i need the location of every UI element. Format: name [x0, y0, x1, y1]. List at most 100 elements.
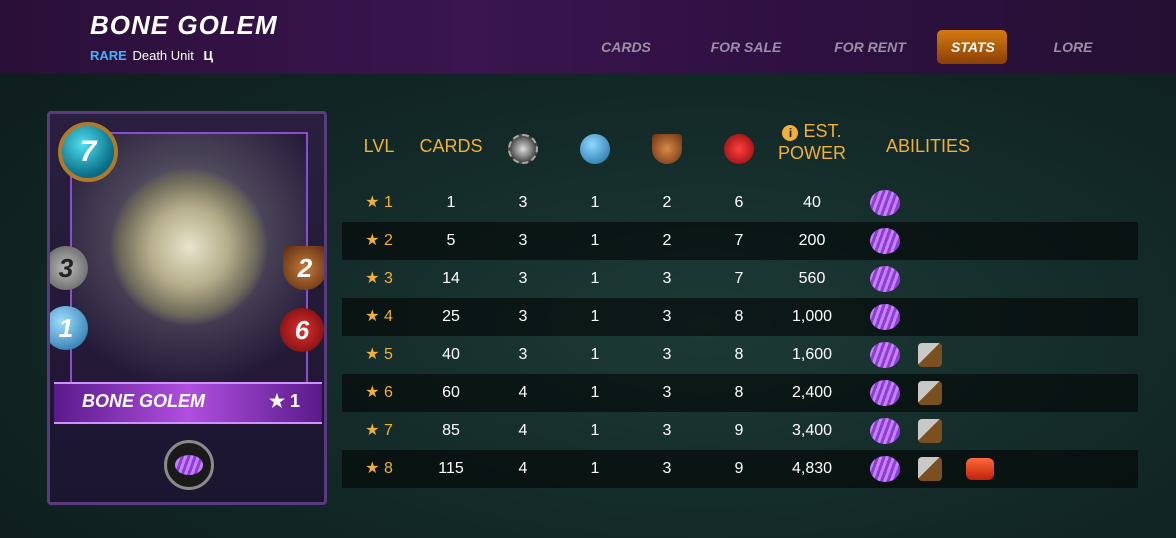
cell-attack: 3 — [518, 194, 528, 211]
cell-lvl: ★ 7 — [365, 422, 393, 439]
armor-shield-icon — [652, 134, 682, 164]
cell-cards: 40 — [442, 346, 460, 363]
cell-lvl: ★ 5 — [365, 346, 393, 363]
cell-attack: 3 — [518, 346, 528, 363]
header-power-line1: EST. — [803, 121, 842, 141]
table-row: ★ 8 115 4 1 3 9 4,830 — [342, 450, 1138, 488]
cell-attack: 3 — [518, 308, 528, 325]
tab-for-rent[interactable]: FOR RENT — [811, 30, 929, 64]
cell-cards: 25 — [442, 308, 460, 325]
tab-stats[interactable]: STATS — [937, 30, 1007, 64]
demoralize-ability-icon[interactable] — [918, 457, 942, 481]
table-row: ★ 6 60 4 1 3 8 2,400 — [342, 374, 1138, 412]
cell-attack: 4 — [518, 384, 528, 401]
header-abilities: ABILITIES — [885, 136, 971, 156]
table-row: ★ 1 1 3 1 2 6 40 — [342, 184, 1138, 222]
void-ability-icon[interactable] — [870, 380, 900, 406]
table-row: ★ 4 25 3 1 3 8 1,000 — [342, 298, 1138, 336]
void-ability-icon[interactable] — [870, 304, 900, 330]
cell-speed: 1 — [590, 194, 600, 211]
header-cards: CARDS — [419, 136, 483, 156]
speed-icon — [580, 134, 610, 164]
cell-power: 2,400 — [791, 384, 833, 401]
cell-speed: 1 — [590, 422, 600, 439]
void-ability-icon[interactable] — [870, 342, 900, 368]
cell-attack: 4 — [518, 460, 528, 477]
demoralize-ability-icon[interactable] — [918, 381, 942, 405]
card-level: ★ 1 — [268, 391, 300, 411]
cell-attack: 3 — [518, 232, 528, 249]
cell-power: 4,830 — [791, 460, 833, 477]
cell-health: 8 — [734, 308, 744, 325]
enrage-ability-icon[interactable] — [966, 458, 994, 480]
card-name-bar: BONE GOLEM ★ 1 — [54, 382, 322, 424]
melee-attack-icon — [508, 134, 538, 164]
card-subtitle: RARE Death Unit Ц — [90, 48, 213, 63]
rarity-label: RARE — [90, 48, 127, 63]
void-ability-icon[interactable] — [870, 418, 900, 444]
cell-lvl: ★ 6 — [365, 384, 393, 401]
cell-armor: 3 — [662, 270, 672, 287]
cell-health: 8 — [734, 384, 744, 401]
header-est-power: i EST. POWER — [770, 120, 854, 164]
void-ability-icon[interactable] — [870, 190, 900, 216]
void-ability-icon[interactable] — [870, 266, 900, 292]
cell-speed: 1 — [590, 270, 600, 287]
stats-table-body: ★ 1 1 3 1 2 6 40 ★ 2 5 3 1 2 7 200 ★ 3 14 3 1 3 7 560 ★ 4 25 3 1… — [342, 184, 1138, 488]
cell-health: 8 — [734, 346, 744, 363]
bone-golem-illustration — [109, 166, 269, 327]
cell-lvl: ★ 2 — [365, 232, 393, 249]
cell-health: 9 — [734, 460, 744, 477]
tab-lore[interactable]: LORE — [1034, 30, 1112, 64]
card-armor-badge: 2 — [283, 246, 324, 290]
table-row: ★ 3 14 3 1 3 7 560 — [342, 260, 1138, 298]
cell-power: 1,600 — [791, 346, 833, 363]
tab-cards[interactable]: CARDS — [576, 30, 676, 64]
card-health-badge: 6 — [280, 308, 324, 352]
demoralize-ability-icon[interactable] — [918, 419, 942, 443]
void-ability-icon[interactable] — [870, 456, 900, 482]
table-row: ★ 5 40 3 1 3 8 1,600 — [342, 336, 1138, 374]
cell-cards: 60 — [442, 384, 460, 401]
cell-speed: 1 — [590, 232, 600, 249]
cell-armor: 3 — [662, 346, 672, 363]
cell-health: 7 — [734, 232, 744, 249]
cell-health: 7 — [734, 270, 744, 287]
cell-speed: 1 — [590, 308, 600, 325]
mana-cost-badge: 7 — [58, 122, 118, 182]
cell-power: 200 — [798, 232, 826, 249]
cell-cards: 115 — [438, 460, 464, 477]
cell-lvl: ★ 1 — [365, 194, 393, 211]
header-power-line2: POWER — [777, 143, 846, 163]
cell-cards: 85 — [442, 422, 460, 439]
cell-health: 9 — [734, 422, 744, 439]
cell-power: 1,000 — [791, 308, 833, 325]
info-icon[interactable]: i — [782, 125, 799, 141]
stats-table-header: LVL CARDS i EST. POWER ABILITIES — [342, 118, 1138, 184]
cell-lvl: ★ 3 — [365, 270, 393, 287]
cell-cards: 1 — [446, 194, 456, 211]
tab-for-sale[interactable]: FOR SALE — [687, 30, 805, 64]
page-title: BONE GOLEM — [90, 10, 278, 40]
cell-armor: 3 — [662, 422, 672, 439]
health-heart-icon — [724, 134, 754, 164]
cell-attack: 3 — [518, 270, 528, 287]
unit-type-label: Death Unit — [132, 48, 194, 63]
demoralize-ability-icon[interactable] — [918, 343, 942, 367]
cell-lvl: ★ 8 — [365, 460, 393, 477]
cell-armor: 2 — [662, 194, 672, 211]
header-lvl: LVL — [363, 136, 395, 156]
cell-cards: 14 — [442, 270, 460, 287]
cell-armor: 2 — [662, 232, 672, 249]
cell-lvl: ★ 4 — [365, 308, 393, 325]
cell-power: 560 — [798, 270, 826, 287]
table-row: ★ 7 85 4 1 3 9 3,400 — [342, 412, 1138, 450]
cell-speed: 1 — [590, 460, 600, 477]
cell-armor: 3 — [662, 460, 672, 477]
cell-health: 6 — [734, 194, 744, 211]
cell-power: 40 — [803, 194, 821, 211]
edition-icon: Ц — [203, 48, 214, 63]
cell-power: 3,400 — [791, 422, 833, 439]
cell-armor: 3 — [662, 308, 672, 325]
void-ability-icon[interactable] — [870, 228, 900, 254]
